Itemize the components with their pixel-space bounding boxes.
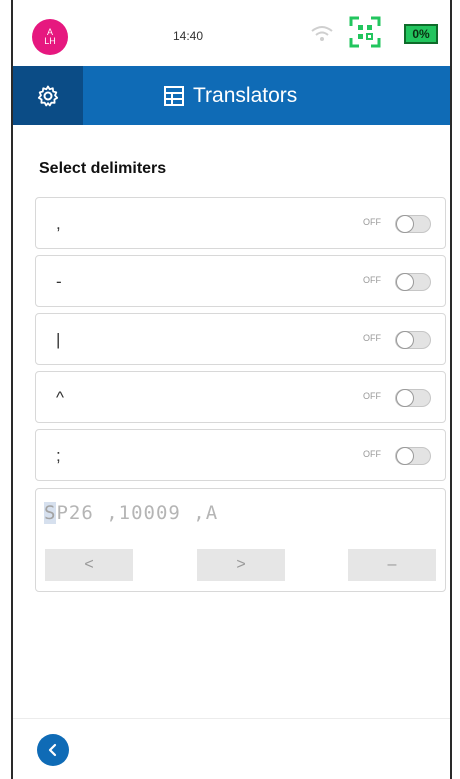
back-button[interactable] [37, 734, 69, 766]
preview-cursor-char: S [44, 502, 57, 524]
previous-button[interactable]: < [45, 549, 133, 581]
delimiter-toggle[interactable] [395, 447, 431, 465]
delimiter-symbol: ^ [56, 388, 64, 407]
delimiter-symbol: ; [56, 446, 61, 465]
translator-icon [164, 85, 184, 106]
preview-text-rest: P26 ,10009 ,A [56, 502, 219, 524]
toggle-state-label: OFF [363, 391, 381, 401]
device-frame: A LH 14:40 0% Translators Select delimit… [11, 0, 452, 779]
page-title: Translators [163, 66, 297, 125]
battery-indicator: 0% [404, 24, 438, 44]
delimiter-symbol: | [56, 330, 61, 349]
delimiter-row-semicolon: ; OFF [35, 429, 446, 481]
scanner-icon[interactable] [349, 16, 381, 48]
settings-button[interactable] [13, 66, 83, 125]
delimiter-row-caret: ^ OFF [35, 371, 446, 423]
chevron-left-icon [48, 743, 57, 757]
status-bar: A LH 14:40 0% [13, 0, 450, 66]
section-title: Select delimiters [39, 160, 167, 177]
preview-text: SP26 ,10009 ,A [44, 502, 218, 524]
toggle-state-label: OFF [363, 449, 381, 459]
delimiter-row-dash: - OFF [35, 255, 446, 307]
delimiter-row-pipe: | OFF [35, 313, 446, 365]
delimiter-row-comma: , OFF [35, 197, 446, 249]
wifi-icon [311, 26, 333, 41]
delimiter-symbol: - [56, 272, 62, 291]
toggle-state-label: OFF [363, 275, 381, 285]
gear-icon [37, 85, 59, 106]
page-title-text: Translators [193, 83, 298, 107]
next-button[interactable]: > [197, 549, 285, 581]
delimiter-toggle[interactable] [395, 273, 431, 291]
delimiter-toggle[interactable] [395, 389, 431, 407]
toggle-state-label: OFF [363, 217, 381, 227]
delimiter-toggle[interactable] [395, 331, 431, 349]
remove-button[interactable]: – [348, 549, 436, 581]
preview-panel: SP26 ,10009 ,A < > – [35, 488, 446, 592]
clock: 14:40 [173, 29, 204, 43]
app-header: Translators [13, 66, 450, 125]
delimiter-toggle[interactable] [395, 215, 431, 233]
footer-bar [13, 718, 450, 779]
user-avatar[interactable]: A LH [32, 19, 68, 55]
avatar-bottom: LH [44, 36, 56, 46]
delimiter-symbol: , [56, 214, 61, 233]
toggle-state-label: OFF [363, 333, 381, 343]
